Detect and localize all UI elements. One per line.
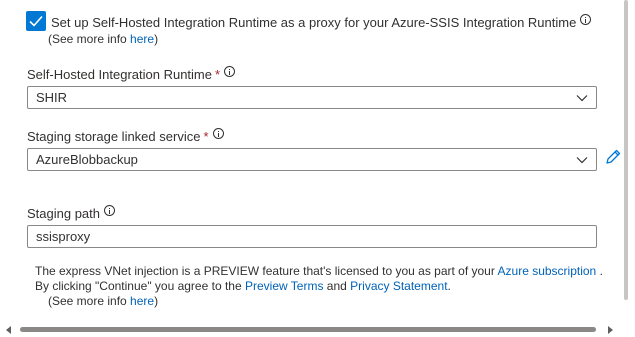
- vertical-scrollbar[interactable]: [622, 0, 630, 304]
- proxy-label-row: Set up Self-Hosted Integration Runtime a…: [51, 14, 592, 31]
- required-mark: *: [214, 67, 221, 82]
- staging-ls-dropdown[interactable]: AzureBlobbackup: [27, 148, 597, 171]
- staging-path-label: Staging path: [27, 206, 101, 221]
- notice-end: .: [596, 264, 603, 278]
- pencil-icon[interactable]: [604, 148, 622, 166]
- notice-line-1: The express VNet injection is a PREVIEW …: [35, 264, 603, 279]
- notice-line-2: By clicking "Continue" you agree to the …: [35, 279, 451, 294]
- shir-dropdown-value: SHIR: [36, 90, 68, 105]
- proxy-checkbox-label: Set up Self-Hosted Integration Runtime a…: [51, 15, 577, 30]
- proxy-more-info-link[interactable]: here: [130, 32, 154, 46]
- scroll-right-arrow-icon[interactable]: [608, 326, 613, 334]
- proxy-more-info: (See more info here): [48, 32, 158, 47]
- chevron-down-icon: [576, 157, 588, 164]
- notice-text: By clicking "Continue" you agree to the: [35, 279, 245, 293]
- notice-end: .: [447, 279, 451, 293]
- info-icon[interactable]: [580, 14, 592, 25]
- notice-text: The express VNet injection is a PREVIEW …: [35, 264, 498, 278]
- shir-label-row: Self-Hosted Integration Runtime *: [27, 66, 236, 83]
- vertical-scroll-thumb[interactable]: [624, 0, 628, 300]
- staging-ls-label-row: Staging storage linked service *: [27, 128, 224, 145]
- staging-path-value: ssisproxy: [36, 229, 91, 244]
- notice-text: and: [323, 279, 351, 293]
- staging-path-input[interactable]: ssisproxy: [27, 225, 597, 248]
- more-info-suffix: ): [154, 294, 159, 308]
- staging-ls-dropdown-value: AzureBlobbackup: [36, 152, 138, 167]
- horizontal-scroll-thumb[interactable]: [20, 327, 596, 332]
- scroll-left-arrow-icon[interactable]: [6, 326, 11, 334]
- checkmark-icon: [29, 15, 43, 27]
- shir-label: Self-Hosted Integration Runtime: [27, 67, 212, 82]
- privacy-statement-link[interactable]: Privacy Statement: [350, 279, 447, 293]
- chevron-down-icon: [576, 95, 588, 102]
- notice-more-info-link[interactable]: here: [130, 294, 154, 308]
- required-mark: *: [203, 129, 209, 144]
- horizontal-scrollbar[interactable]: [0, 323, 635, 337]
- staging-ls-label: Staging storage linked service: [27, 129, 201, 144]
- notice-more-info: (See more info here): [48, 294, 158, 309]
- preview-terms-link[interactable]: Preview Terms: [245, 279, 323, 293]
- proxy-checkbox[interactable]: [26, 11, 46, 31]
- info-icon[interactable]: [104, 205, 116, 216]
- staging-path-label-row: Staging path: [27, 205, 116, 222]
- ir-proxy-settings-panel: Set up Self-Hosted Integration Runtime a…: [0, 0, 635, 337]
- info-icon[interactable]: [224, 66, 236, 77]
- shir-dropdown[interactable]: SHIR: [27, 86, 597, 109]
- info-icon[interactable]: [212, 128, 224, 139]
- more-info-prefix: (See more info: [48, 294, 131, 308]
- more-info-prefix: (See more info: [48, 32, 131, 46]
- azure-subscription-link[interactable]: Azure subscription: [498, 264, 597, 278]
- more-info-suffix: ): [154, 32, 159, 46]
